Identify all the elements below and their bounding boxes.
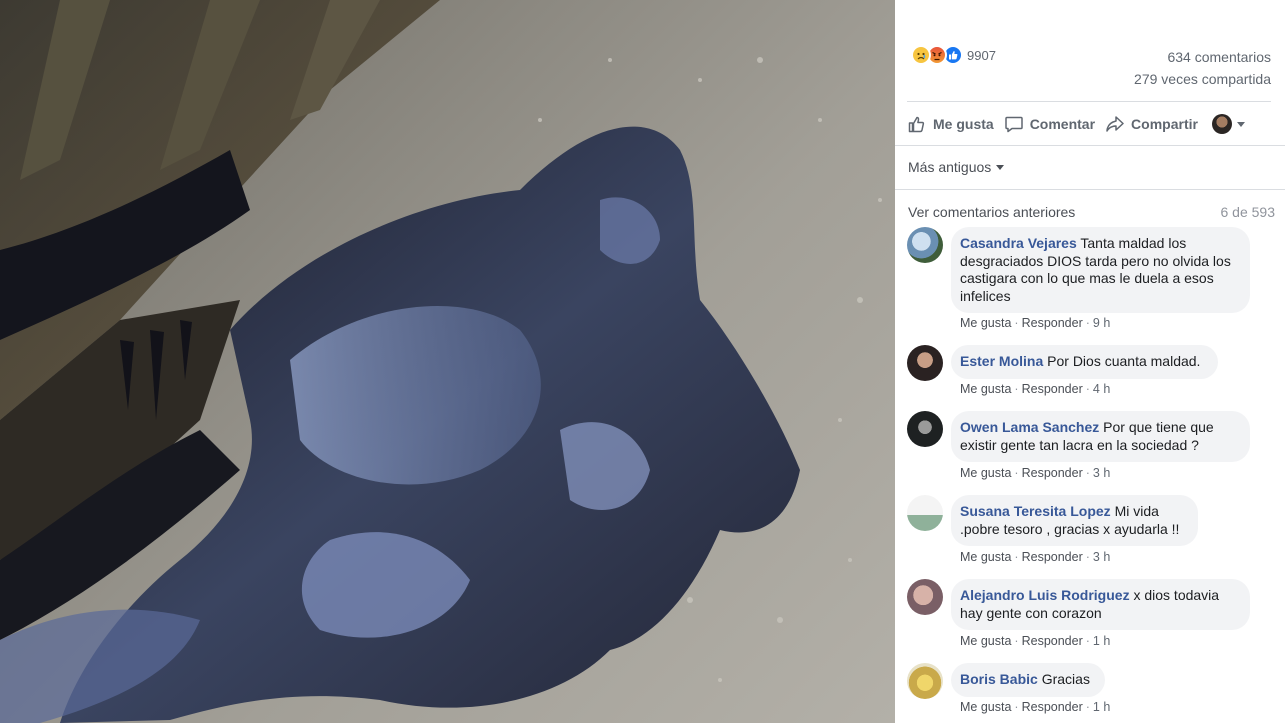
post-stats: 9907 634 comentarios 279 veces compartid…	[907, 44, 1271, 94]
comment-time[interactable]: 3 h	[1093, 550, 1110, 564]
share-button-label: Compartir	[1131, 116, 1198, 132]
avatar[interactable]	[907, 495, 943, 531]
comment-actions: Me gusta · Responder · 3 h	[960, 550, 1111, 564]
comment-actions: Me gusta · Responder · 3 h	[960, 466, 1111, 480]
chevron-down-icon	[1236, 121, 1245, 127]
comment-time[interactable]: 3 h	[1093, 466, 1110, 480]
avatar[interactable]	[907, 411, 943, 447]
comment-actions: Me gusta · Responder · 1 h	[960, 700, 1111, 714]
comment-reply-link[interactable]: Responder	[1022, 316, 1083, 330]
post-photo	[0, 0, 895, 723]
comments-panel: 9907 634 comentarios 279 veces compartid…	[895, 0, 1285, 723]
view-previous-comments-link[interactable]: Ver comentarios anteriores	[908, 204, 1075, 220]
sad-reaction-icon	[911, 45, 931, 65]
comment-text: Por Dios cuanta maldad.	[1047, 353, 1201, 369]
comment-button-label: Comentar	[1029, 116, 1096, 132]
share-button[interactable]: Compartir	[1105, 114, 1198, 134]
sort-label: Más antiguos	[908, 159, 992, 175]
comment-author[interactable]: Susana Teresita Lopez	[960, 503, 1111, 519]
reactions-summary[interactable]: 9907	[911, 45, 996, 65]
comment-author[interactable]: Casandra Vejares	[960, 235, 1077, 251]
divider	[895, 189, 1285, 190]
divider	[907, 101, 1271, 102]
like-button-label: Me gusta	[933, 116, 994, 132]
chevron-down-icon	[996, 164, 1005, 170]
comment-bubble: Owen Lama Sanchez Por que tiene que exis…	[951, 411, 1250, 462]
comment-like-link[interactable]: Me gusta	[960, 466, 1011, 480]
comment-reply-link[interactable]: Responder	[1022, 382, 1083, 396]
comment-text: Gracias	[1041, 671, 1090, 687]
reaction-count[interactable]: 9907	[967, 48, 996, 63]
comment-author[interactable]: Alejandro Luis Rodriguez	[960, 587, 1130, 603]
speech-bubble-icon	[1004, 116, 1023, 133]
comment-like-link[interactable]: Me gusta	[960, 634, 1011, 648]
comment-bubble: Casandra Vejares Tanta maldad los desgra…	[951, 227, 1250, 313]
avatar[interactable]	[907, 227, 943, 263]
avatar[interactable]	[907, 663, 943, 699]
post-actions: Me gusta Comentar Compartir	[907, 110, 1245, 138]
thumbs-up-icon	[908, 116, 925, 133]
comment-sort-dropdown[interactable]: Más antiguos	[908, 159, 1005, 175]
tar-covered-dog-photo	[0, 0, 882, 723]
comment-time[interactable]: 4 h	[1093, 382, 1110, 396]
comment-like-link[interactable]: Me gusta	[960, 382, 1011, 396]
share-arrow-icon	[1106, 116, 1124, 132]
comment-author[interactable]: Boris Babic	[960, 671, 1038, 687]
divider	[895, 145, 1285, 146]
comment-count[interactable]: 634 comentarios	[1167, 49, 1271, 65]
avatar[interactable]	[907, 579, 943, 615]
comment-bubble: Susana Teresita Lopez Mi vida .pobre tes…	[951, 495, 1198, 546]
comment-button[interactable]: Comentar	[1004, 114, 1095, 134]
comment-like-link[interactable]: Me gusta	[960, 550, 1011, 564]
comment-like-link[interactable]: Me gusta	[960, 316, 1011, 330]
comment-actions: Me gusta · Responder · 9 h	[960, 316, 1111, 330]
comment-bubble: Alejandro Luis Rodriguez x dios todavia …	[951, 579, 1250, 630]
comment-bubble: Boris Babic Gracias	[951, 663, 1105, 697]
comment-pagination-count: 6 de 593	[1220, 204, 1276, 220]
comment-reply-link[interactable]: Responder	[1022, 700, 1083, 714]
user-avatar	[1211, 114, 1232, 134]
comment-bubble: Ester Molina Por Dios cuanta maldad.	[951, 345, 1218, 379]
share-count[interactable]: 279 veces compartida	[1134, 71, 1271, 87]
like-button[interactable]: Me gusta	[907, 114, 994, 134]
comment-like-link[interactable]: Me gusta	[960, 700, 1011, 714]
avatar[interactable]	[907, 345, 943, 381]
comment-author[interactable]: Owen Lama Sanchez	[960, 419, 1099, 435]
comment-actions: Me gusta · Responder · 4 h	[960, 382, 1111, 396]
comment-reply-link[interactable]: Responder	[1022, 634, 1083, 648]
comment-time[interactable]: 1 h	[1093, 700, 1110, 714]
previous-comments-row: Ver comentarios anteriores 6 de 593	[908, 204, 1275, 220]
comment-time[interactable]: 1 h	[1093, 634, 1110, 648]
comment-reply-link[interactable]: Responder	[1022, 466, 1083, 480]
comment-time[interactable]: 9 h	[1093, 316, 1110, 330]
post-as-selector[interactable]	[1211, 114, 1245, 134]
comment-author[interactable]: Ester Molina	[960, 353, 1043, 369]
comment-reply-link[interactable]: Responder	[1022, 550, 1083, 564]
comment-actions: Me gusta · Responder · 1 h	[960, 634, 1111, 648]
